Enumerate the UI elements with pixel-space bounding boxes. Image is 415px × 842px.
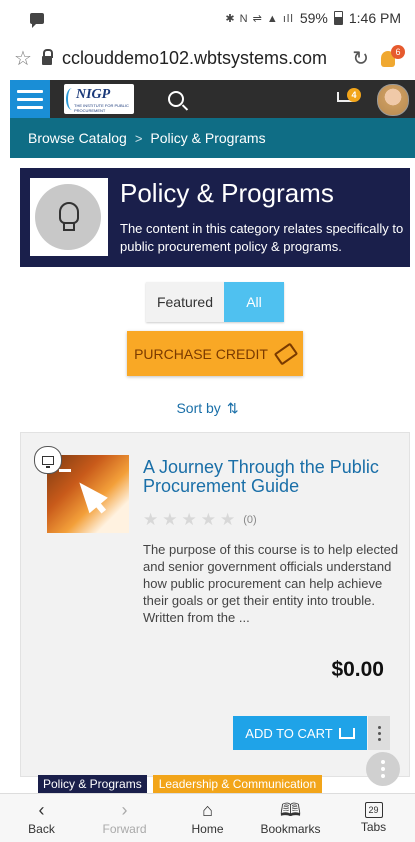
ticket-icon [273,342,299,365]
course-tags: Policy & Programs Leadership & Communica… [38,775,323,793]
back-arrow-icon: ‹ [38,800,45,820]
tag-policy-programs[interactable]: Policy & Programs [38,775,147,793]
course-price: $0.00 [331,658,384,681]
course-rating: ★ ★ ★ ★ ★ (0) [143,510,257,530]
hamburger-line-icon [17,97,43,101]
tag-leadership-communication[interactable]: Leadership & Communication [152,775,323,793]
site-header: NIGP THE INSTITUTE FOR PUBLIC PROCUREMEN… [10,80,415,118]
back-label: Back [28,822,55,836]
dot-icon [377,725,381,729]
dot-icon [381,760,385,764]
cursor-icon [70,474,108,514]
tabs-icon: 29 [364,802,383,818]
logo-text: NIGP [76,87,111,102]
filter-toggle: Featured All [146,282,284,322]
sort-arrows-icon: ⇅ [226,400,239,416]
breadcrumb-root-link[interactable]: Browse Catalog [28,130,127,146]
notification-badge: 6 [391,45,405,59]
message-notification-icon [30,12,44,28]
bookmark-star-icon[interactable]: ☆ [14,46,32,71]
battery-icon [333,11,343,25]
course-title-link[interactable]: A Journey Through the Public Procurement… [143,458,403,496]
cart-count-badge: 4 [347,88,361,102]
filter-featured-button[interactable]: Featured [146,282,224,322]
menu-button[interactable] [10,80,50,118]
bookmarks-icon: 🕮 [279,800,302,820]
dot-icon [381,767,385,771]
search-icon[interactable] [168,91,184,107]
breadcrumb-current: Policy & Programs [150,130,266,146]
logo-subtext: THE INSTITUTE FOR PUBLIC PROCUREMENT [74,103,129,113]
forward-label: Forward [102,822,147,836]
star-icon: ★ [220,510,236,529]
bookmarks-button[interactable]: 🕮 Bookmarks [249,794,332,842]
status-right: ✱ N ⇌ ▲ ıll 59% 1:46 PM [225,10,401,26]
more-options-button[interactable] [368,716,390,750]
purchase-credit-button[interactable]: PURCHASE CREDIT [127,331,303,376]
browser-url-bar: ☆ cclouddemo102.wbtsystems.com ↻ 6 [0,36,415,80]
cart-button[interactable]: 4 [335,88,361,104]
dot-icon [377,737,381,741]
url-field[interactable]: cclouddemo102.wbtsystems.com [62,48,342,69]
home-label: Home [191,822,224,836]
cursor-ray-icon [59,469,71,472]
category-icon-circle [35,184,101,250]
tabs-button[interactable]: 29 Tabs [332,794,415,842]
filter-all-button[interactable]: All [224,282,284,322]
category-description: The content in this category relates spe… [120,221,404,254]
add-to-cart-label: ADD TO CART [245,725,333,741]
star-icon: ★ [162,510,178,529]
status-bar: ✱ N ⇌ ▲ ıll 59% 1:46 PM [0,0,415,36]
home-button[interactable]: ⌂ Home [166,794,249,842]
course-card[interactable]: A Journey Through the Public Procurement… [20,432,410,777]
browser-bottom-nav: ‹ Back › Forward ⌂ Home 🕮 Bookmarks 29 T… [0,793,415,842]
clock: 1:46 PM [348,10,401,26]
dot-icon [377,731,381,735]
category-thumbnail [30,178,108,256]
browser-notification-button[interactable]: 6 [379,45,405,69]
user-avatar[interactable] [377,84,409,116]
elearning-type-badge [34,446,62,474]
purchase-credit-label: PURCHASE CREDIT [134,345,268,362]
nigp-logo[interactable]: NIGP THE INSTITUTE FOR PUBLIC PROCUREMEN… [64,84,134,114]
category-title: Policy & Programs [120,178,334,208]
floating-more-button[interactable] [366,752,400,786]
add-to-cart-button[interactable]: ADD TO CART [233,716,367,750]
reload-icon[interactable]: ↻ [352,46,369,71]
cart-icon [338,727,355,739]
lightbulb-icon [57,202,79,232]
back-button[interactable]: ‹ Back [0,794,83,842]
home-icon: ⌂ [202,800,213,820]
forward-arrow-icon: › [121,800,128,820]
lock-icon [41,48,53,65]
dot-icon [381,774,385,778]
breadcrumb-separator-icon: > [134,130,143,146]
sort-by-label: Sort by [176,400,221,416]
category-header: Policy & Programs The content in this ca… [20,168,410,267]
sort-by-button[interactable]: Sort by ⇅ [0,400,415,417]
rating-count: (0) [243,514,257,526]
hamburger-line-icon [17,105,43,109]
star-icon: ★ [181,510,197,529]
hamburger-line-icon [17,89,43,93]
battery-percent: 59% [299,10,328,26]
monitor-icon [42,455,54,468]
forward-button[interactable]: › Forward [83,794,166,842]
star-icon: ★ [200,510,216,529]
bookmarks-label: Bookmarks [260,822,321,836]
course-description: The purpose of this course is to help el… [143,542,399,625]
tabs-label: Tabs [360,820,387,834]
star-icon: ★ [143,510,159,529]
bluetooth-nfc-wifi-signal-icons: ✱ N ⇌ ▲ ıll [225,12,294,25]
breadcrumb: Browse Catalog > Policy & Programs [10,118,415,158]
